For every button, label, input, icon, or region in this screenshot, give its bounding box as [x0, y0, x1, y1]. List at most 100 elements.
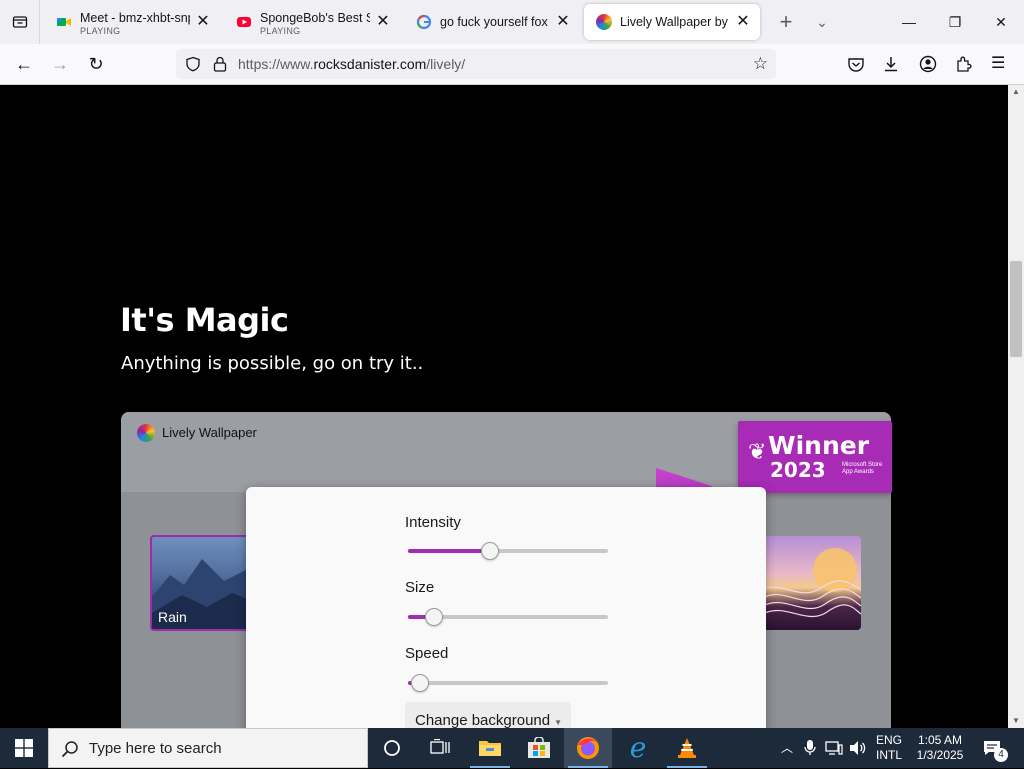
microphone-icon[interactable]	[803, 739, 817, 757]
size-slider[interactable]	[408, 608, 608, 626]
page-subtitle: Anything is possible, go on try it..	[121, 353, 424, 374]
task-view-icon	[430, 739, 450, 754]
tab-google[interactable]: go fuck yourself fox - G ✕	[404, 4, 580, 40]
tab-title: go fuck yourself fox - G	[440, 15, 550, 29]
firefox-taskbar-button[interactable]	[564, 728, 612, 768]
size-label: Size	[405, 579, 435, 596]
store-icon	[528, 737, 550, 758]
badge-year-text: 2023	[770, 458, 826, 482]
speed-slider[interactable]	[408, 674, 608, 692]
downloads-icon[interactable]	[882, 55, 900, 73]
address-bar[interactable]: https://www.rocksdanister.com/lively/ ☆	[176, 49, 776, 79]
internet-explorer-taskbar-button[interactable]: e	[614, 728, 662, 768]
page-title: It's Magic	[120, 301, 289, 339]
badge-award-text: Microsoft Store App Awards	[842, 462, 883, 475]
badge-winner-text: Winner	[768, 431, 870, 460]
wallpaper-thumbnail-waves[interactable]	[763, 536, 861, 630]
tab-playing-label: PLAYING	[80, 26, 121, 36]
change-background-dropdown[interactable]: Change background ▼	[405, 702, 571, 728]
microsoft-store-taskbar-button[interactable]	[515, 728, 563, 768]
tab-meet[interactable]: Meet - bmz-xhbt-snp PLAYING ✕	[44, 4, 220, 40]
tab-playing-label: PLAYING	[260, 26, 301, 36]
windows-taskbar: Type here to search e ︿ ENG INTL 1:05 AM…	[0, 728, 1024, 768]
customize-panel: Intensity Size Speed Change background ▼	[246, 487, 766, 728]
tab-lively[interactable]: Lively Wallpaper by rocks ✕	[584, 4, 760, 40]
notification-count-badge: 4	[994, 748, 1008, 762]
folder-icon	[479, 741, 501, 756]
url-text[interactable]: https://www.rocksdanister.com/lively/	[238, 49, 465, 79]
search-icon	[61, 741, 78, 758]
google-icon	[416, 14, 432, 30]
laurel-icon: ❦	[748, 439, 767, 464]
intensity-slider[interactable]	[408, 542, 608, 560]
google-meet-icon	[57, 18, 71, 26]
reload-icon[interactable]: ↻	[82, 50, 110, 78]
clock-time: 1:05 AM	[917, 733, 963, 747]
close-tab-icon[interactable]: ✕	[374, 13, 392, 31]
tab-title: Lively Wallpaper by rocks	[620, 15, 730, 29]
shield-icon[interactable]	[185, 56, 201, 72]
volume-icon[interactable]	[849, 740, 867, 756]
windows-logo-icon	[15, 739, 33, 757]
thumbnail-label: Rain	[158, 609, 187, 625]
navigation-bar: ← → ↻ https://www.rocksdanister.com/live…	[0, 44, 1024, 85]
lock-icon[interactable]	[213, 56, 227, 72]
list-all-tabs-icon[interactable]: ⌄	[804, 4, 840, 40]
new-tab-button[interactable]: +	[768, 4, 804, 40]
search-placeholder: Type here to search	[89, 740, 222, 757]
back-arrow-icon[interactable]: ←	[10, 50, 38, 78]
wallpaper-thumbnail-rain[interactable]: Rain	[150, 535, 250, 631]
language-code: ENG	[875, 733, 902, 747]
language-indicator[interactable]: ENG INTL	[872, 728, 906, 768]
slider-thumb[interactable]	[411, 674, 429, 692]
demo-app-name: Lively Wallpaper	[162, 425, 257, 440]
tab-youtube[interactable]: SpongeBob's Best Songs PLAYING ✕	[224, 4, 400, 40]
webpage-content: It's Magic Anything is possible, go on t…	[0, 85, 1008, 728]
task-view-button[interactable]	[416, 728, 464, 768]
lively-icon	[596, 14, 612, 30]
close-tab-icon[interactable]: ✕	[194, 13, 212, 31]
winner-badge: ❦ Winner 2023 Microsoft Store App Awards	[738, 421, 892, 493]
account-icon[interactable]	[919, 55, 937, 73]
page-scrollbar[interactable]: ▲ ▼	[1008, 85, 1024, 728]
scroll-down-icon[interactable]: ▼	[1008, 714, 1024, 728]
close-tab-icon[interactable]: ✕	[734, 13, 752, 31]
tab-bar: Meet - bmz-xhbt-snp PLAYING ✕ SpongeBob'…	[0, 0, 1024, 44]
slider-fill	[408, 549, 490, 553]
lively-logo-icon	[137, 424, 155, 442]
scrollbar-thumb[interactable]	[1010, 261, 1022, 357]
tab-title: Meet - bmz-xhbt-snp	[80, 11, 190, 25]
slider-thumb[interactable]	[425, 608, 443, 626]
file-explorer-taskbar-button[interactable]	[466, 728, 514, 768]
minimize-icon[interactable]: —	[886, 0, 932, 44]
extensions-icon[interactable]	[955, 55, 973, 73]
action-center-button[interactable]: 4	[978, 728, 1010, 768]
cortana-button[interactable]	[368, 728, 416, 768]
firefox-icon	[577, 737, 599, 759]
speed-label: Speed	[405, 645, 449, 662]
scroll-up-icon[interactable]: ▲	[1008, 85, 1024, 99]
vlc-taskbar-button[interactable]	[663, 728, 711, 768]
bookmark-star-icon[interactable]: ☆	[753, 49, 768, 79]
show-hidden-icons-chevron-icon[interactable]: ︿	[776, 728, 798, 768]
restore-icon[interactable]: ❐	[932, 0, 978, 44]
pocket-icon[interactable]	[847, 56, 865, 74]
network-icon[interactable]	[825, 740, 843, 756]
taskbar-search-box[interactable]: Type here to search	[48, 728, 368, 768]
keyboard-layout: INTL	[875, 748, 902, 762]
firefox-view-icon	[12, 16, 27, 28]
cortana-circle-icon	[384, 740, 400, 756]
intensity-label: Intensity	[405, 514, 461, 531]
firefox-view-button[interactable]	[0, 0, 40, 44]
menu-icon[interactable]: ☰	[991, 55, 1005, 73]
close-tab-icon[interactable]: ✕	[554, 13, 572, 31]
tab-title: SpongeBob's Best Songs	[260, 11, 370, 25]
close-window-icon[interactable]: ✕	[978, 0, 1024, 44]
start-button[interactable]	[0, 728, 48, 768]
forward-arrow-icon[interactable]: →	[46, 50, 74, 78]
clock[interactable]: 1:05 AM 1/3/2025	[910, 728, 970, 768]
clock-date: 1/3/2025	[916, 748, 964, 762]
slider-thumb[interactable]	[481, 542, 499, 560]
dropdown-caret-icon: ▼	[554, 718, 563, 727]
youtube-icon	[237, 17, 251, 27]
